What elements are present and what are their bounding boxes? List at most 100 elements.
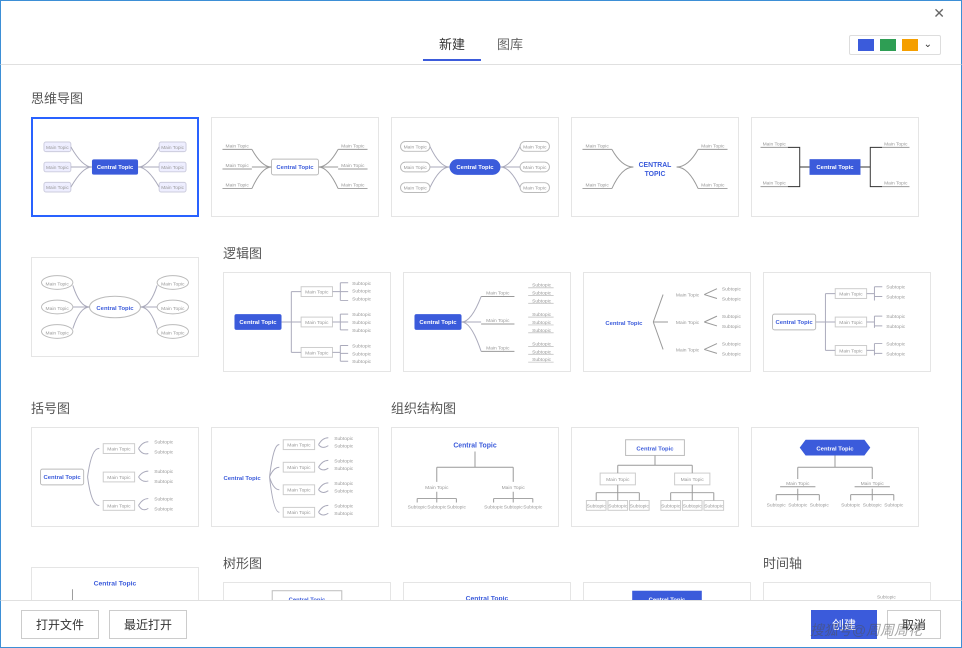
header: 新建 图库 ⌄ (0, 25, 962, 65)
svg-text:Main Topic: Main Topic (701, 143, 725, 149)
template-org-2[interactable]: Central Topic Main Topic Main Topic Subt… (571, 427, 739, 527)
template-mindmap-6[interactable]: Central Topic Main Topic Main Topic Main… (31, 257, 199, 357)
template-org-3[interactable]: Central Topic Main Topic Main Topic Subt… (751, 427, 919, 527)
svg-text:Main Topic: Main Topic (523, 144, 547, 150)
svg-text:Main Topic: Main Topic (763, 181, 787, 187)
template-org-1[interactable]: Central Topic Main Topic Main Topic Subt… (391, 427, 559, 527)
template-brace-1[interactable]: Central Topic Main Topic Main Topic Main… (31, 427, 199, 527)
tabs: 新建 图库 (423, 28, 539, 61)
svg-text:Main Topic: Main Topic (161, 306, 185, 312)
template-mindmap-3[interactable]: Central Topic Main Topic Main Topic Main… (391, 117, 559, 217)
svg-text:Subtopic: Subtopic (863, 502, 883, 508)
svg-text:Subtopic: Subtopic (334, 466, 354, 472)
svg-text:Main Topic: Main Topic (404, 165, 428, 171)
svg-text:Main Topic: Main Topic (884, 181, 908, 187)
svg-text:Central Topic: Central Topic (776, 320, 814, 326)
svg-text:Central Topic: Central Topic (649, 597, 686, 600)
svg-text:Main Topic: Main Topic (786, 481, 810, 487)
svg-text:Subtopic: Subtopic (427, 504, 447, 510)
template-mindmap-1[interactable]: Central Topic Main Topic Main Topic Main… (31, 117, 199, 217)
titlebar: ✕ (0, 0, 962, 25)
svg-text:Main Topic: Main Topic (839, 292, 863, 298)
svg-text:Main Topic: Main Topic (763, 141, 787, 147)
svg-text:Main Topic: Main Topic (486, 318, 510, 324)
svg-text:Main Topic: Main Topic (341, 143, 365, 149)
template-tree-2[interactable]: Central Topic Main Topic (223, 582, 391, 600)
chevron-down-icon: ⌄ (924, 39, 932, 50)
tab-gallery[interactable]: 图库 (481, 28, 539, 61)
cancel-button[interactable]: 取消 (887, 610, 941, 639)
svg-text:Central Topic: Central Topic (289, 597, 326, 600)
svg-text:Subtopic: Subtopic (352, 351, 372, 357)
template-logic-1[interactable]: Central Topic Main Topic Main Topic Main… (223, 272, 391, 372)
svg-text:Main Topic: Main Topic (404, 186, 428, 192)
svg-text:Subtopic: Subtopic (841, 502, 861, 508)
svg-text:Main Topic: Main Topic (287, 488, 311, 494)
svg-text:Main Topic: Main Topic (287, 465, 311, 471)
svg-text:Main Topic: Main Topic (46, 281, 70, 287)
svg-text:Main Topic: Main Topic (46, 306, 70, 312)
svg-text:Subtopic: Subtopic (788, 502, 808, 508)
svg-text:Subtopic: Subtopic (352, 359, 372, 365)
svg-text:Main Topic: Main Topic (107, 475, 131, 481)
recent-button[interactable]: 最近打开 (109, 610, 187, 639)
svg-text:Central Topic: Central Topic (239, 320, 277, 326)
svg-text:Subtopic: Subtopic (154, 469, 174, 475)
svg-text:Main Topic: Main Topic (341, 183, 365, 189)
svg-text:Subtopic: Subtopic (334, 458, 354, 464)
svg-text:CENTRAL: CENTRAL (639, 162, 672, 169)
template-tree-3[interactable]: Central Topic Main Topic Main Topic (403, 582, 571, 600)
close-icon[interactable]: ✕ (925, 5, 953, 22)
svg-text:Subtopic: Subtopic (352, 320, 372, 326)
mindmap-row: Central Topic Main Topic Main Topic Main… (31, 117, 931, 217)
svg-text:Subtopic: Subtopic (523, 504, 543, 510)
svg-text:Central Topic: Central Topic (816, 447, 854, 453)
svg-text:Subtopic: Subtopic (884, 502, 904, 508)
svg-text:Main Topic: Main Topic (676, 347, 700, 353)
svg-text:Main Topic: Main Topic (701, 183, 725, 189)
swatch-blue (858, 39, 874, 51)
svg-text:Subtopic: Subtopic (352, 296, 372, 302)
template-logic-2[interactable]: Central Topic Main Topic Main Topic Main… (403, 272, 571, 372)
svg-text:Main Topic: Main Topic (676, 293, 700, 299)
svg-text:Main Topic: Main Topic (341, 163, 365, 169)
svg-text:Subtopic: Subtopic (504, 504, 524, 510)
svg-text:Subtopic: Subtopic (587, 503, 607, 509)
svg-text:Central Topic: Central Topic (96, 306, 134, 312)
template-tree-1[interactable]: Central Topic Main Topic (31, 567, 199, 600)
svg-text:Main Topic: Main Topic (226, 183, 250, 189)
svg-text:Subtopic: Subtopic (447, 504, 467, 510)
template-logic-3[interactable]: Central Topic Main Topic Main Topic Main… (583, 272, 751, 372)
svg-text:Subtopic: Subtopic (352, 312, 372, 318)
svg-text:Subtopic: Subtopic (334, 436, 354, 442)
color-picker[interactable]: ⌄ (849, 35, 941, 55)
svg-text:Subtopic: Subtopic (484, 504, 504, 510)
template-brace-2[interactable]: Central Topic Main Topic Main Topic Main… (211, 427, 379, 527)
svg-text:Subtopic: Subtopic (886, 342, 906, 348)
svg-text:Subtopic: Subtopic (767, 502, 787, 508)
swatch-green (880, 39, 896, 51)
svg-text:Main Topic: Main Topic (161, 330, 185, 336)
svg-text:Subtopic: Subtopic (630, 503, 650, 509)
create-button[interactable]: 创建 (811, 610, 877, 639)
template-tree-4[interactable]: Central Topic Main Topic Main Topic (583, 582, 751, 600)
svg-text:Main Topic: Main Topic (287, 443, 311, 449)
svg-text:Main Topic: Main Topic (486, 291, 510, 297)
svg-text:Subtopic: Subtopic (886, 314, 906, 320)
open-file-button[interactable]: 打开文件 (21, 610, 99, 639)
template-mindmap-2[interactable]: Central Topic Main Topic Main Topic Main… (211, 117, 379, 217)
svg-text:Subtopic: Subtopic (722, 342, 742, 348)
svg-text:Central Topic: Central Topic (816, 165, 854, 171)
svg-text:Central Topic: Central Topic (456, 165, 494, 171)
template-mindmap-5[interactable]: Central Topic Main Topic Main Topic Main… (751, 117, 919, 217)
svg-text:Central Topic: Central Topic (224, 476, 262, 482)
template-timeline-1[interactable]: Subtopic Subtopic (763, 582, 931, 600)
template-mindmap-4[interactable]: CENTRAL TOPIC Main Topic Main Topic Main… (571, 117, 739, 217)
section-brace-title: 括号图 (31, 398, 379, 417)
template-logic-4[interactable]: Central Topic Main Topic Main Topic Main… (763, 272, 931, 372)
tab-new[interactable]: 新建 (423, 28, 481, 61)
svg-text:Central Topic: Central Topic (636, 447, 674, 453)
svg-text:Subtopic: Subtopic (608, 503, 628, 509)
svg-text:Main Topic: Main Topic (161, 281, 185, 287)
svg-text:Subtopic: Subtopic (886, 351, 906, 357)
